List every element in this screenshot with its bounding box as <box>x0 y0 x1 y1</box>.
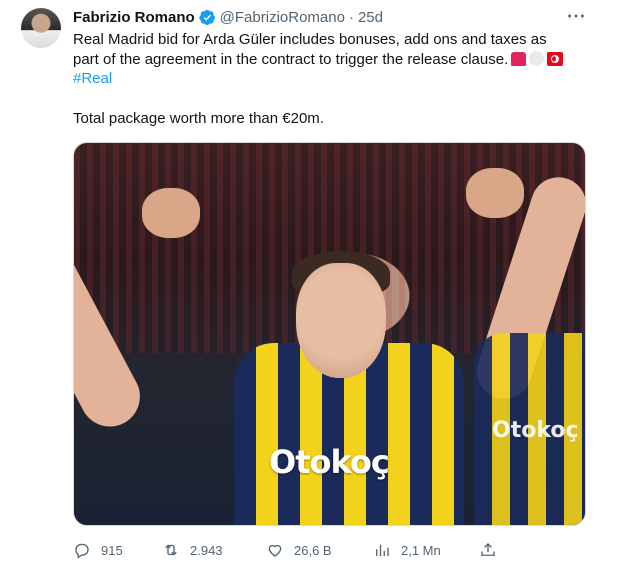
author-name[interactable]: Fabrizio Romano <box>73 9 195 26</box>
more-icon[interactable] <box>566 8 586 24</box>
turkey-flag-emoji-icon <box>547 51 564 66</box>
tweet-text: Real Madrid bid for Arda Güler includes … <box>73 30 598 89</box>
views-icon <box>376 544 389 556</box>
tweet-text-line-4: Total package worth more than €20m. <box>73 110 324 127</box>
photo-teammate-sponsor: Otokoç <box>492 418 579 443</box>
like-count: 26,6 B <box>294 542 332 558</box>
tweet-actions: 915 2.943 26,6 B 2,1 Mn <box>73 540 513 560</box>
tweet[interactable]: Fabrizio Romano @FabrizioRomano · 25d Re… <box>0 0 636 563</box>
tweet-timestamp[interactable]: 25d <box>358 9 383 26</box>
photo-shirt-sponsor: Otokoç <box>269 443 390 481</box>
tweet-text-line-2: part of the agreement in the contract to… <box>73 50 598 70</box>
share-button[interactable] <box>479 541 497 559</box>
verified-badge-icon <box>199 9 216 26</box>
retweet-button[interactable]: 2.943 <box>162 541 223 559</box>
heart-icon <box>268 544 282 557</box>
avatar[interactable] <box>21 8 61 48</box>
author-handle[interactable]: @FabrizioRomano <box>220 9 345 26</box>
white-circle-emoji-icon <box>529 50 545 66</box>
views-button[interactable]: 2,1 Mn <box>373 541 441 559</box>
reply-count: 915 <box>101 542 123 558</box>
hashtag-link[interactable]: #Real <box>73 69 598 89</box>
like-button[interactable]: 26,6 B <box>266 541 332 559</box>
share-icon <box>481 543 495 556</box>
tweet-header: Fabrizio Romano @FabrizioRomano · 25d <box>73 7 383 27</box>
photo-player-face <box>296 263 386 378</box>
views-count: 2,1 Mn <box>401 542 441 558</box>
photo-right-fist <box>466 168 524 218</box>
tweet-photo[interactable]: Otokoç Otokoç <box>73 142 586 526</box>
retweet-count: 2.943 <box>190 542 223 558</box>
retweet-icon <box>165 544 177 556</box>
tweet-text-line-1: Real Madrid bid for Arda Güler includes … <box>73 31 547 48</box>
reply-button[interactable]: 915 <box>73 541 123 559</box>
siren-emoji-icon <box>511 51 527 66</box>
tweet-text-line-2-text: part of the agreement in the contract to… <box>73 50 509 68</box>
reply-icon <box>75 543 89 559</box>
photo-left-fist <box>142 188 200 238</box>
separator-dot: · <box>348 8 354 26</box>
